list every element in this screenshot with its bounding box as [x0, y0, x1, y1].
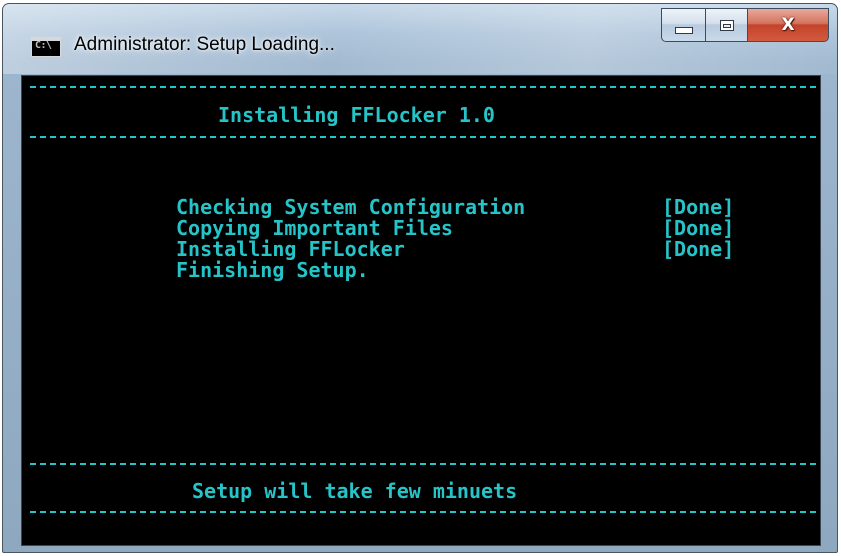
cmd-icon-text: C:\	[35, 40, 52, 51]
divider	[30, 463, 816, 465]
step-status: [Done]	[662, 195, 735, 219]
step-label: Finishing Setup.	[176, 258, 369, 282]
step-status: [Done]	[662, 216, 735, 240]
cmd-icon[interactable]: C:\	[31, 37, 61, 57]
step-status: [Done]	[662, 237, 735, 261]
step-label: Copying Important Files	[176, 216, 453, 240]
title-bar[interactable]: C:\ Administrator: Setup Loading... X	[3, 4, 837, 72]
minimize-button[interactable]	[661, 8, 705, 42]
close-button[interactable]: X	[747, 8, 829, 42]
cmd-icon-titlebar	[32, 38, 60, 41]
caption-buttons: X	[661, 8, 829, 42]
console-window: C:\ Administrator: Setup Loading... X In…	[2, 3, 838, 553]
step-label: Checking System Configuration	[176, 195, 526, 219]
console-output[interactable]: Installing FFLocker 1.0 Checking System …	[21, 75, 821, 546]
minimize-icon	[674, 26, 693, 34]
divider	[30, 136, 816, 138]
install-heading: Installing FFLocker 1.0	[218, 103, 495, 127]
divider	[30, 86, 816, 88]
maximize-button[interactable]	[705, 8, 747, 42]
maximize-icon	[719, 19, 734, 31]
step-label: Installing FFLocker	[176, 237, 405, 261]
close-icon: X	[781, 15, 795, 35]
footer-message: Setup will take few minuets	[192, 479, 518, 503]
divider	[30, 511, 816, 513]
window-title: Administrator: Setup Loading...	[74, 34, 335, 55]
